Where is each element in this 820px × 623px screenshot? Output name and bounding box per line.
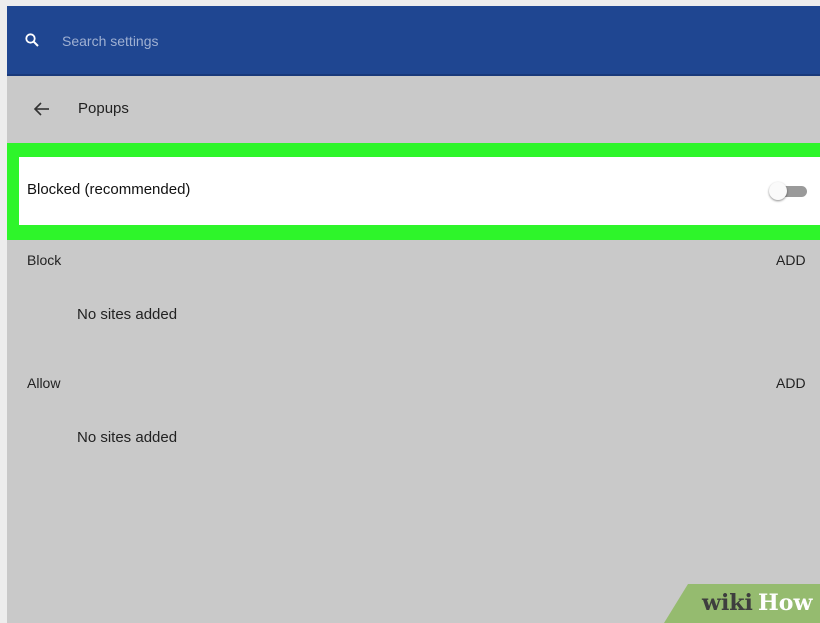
search-bar <box>7 6 820 76</box>
allow-empty-text: No sites added <box>77 429 178 446</box>
blocked-setting-label: Blocked (recommended) <box>27 181 191 198</box>
block-section-label: Block <box>27 252 62 268</box>
block-empty-text: No sites added <box>77 306 178 323</box>
blocked-toggle[interactable] <box>769 182 807 200</box>
blocked-setting-row[interactable]: Blocked (recommended) <box>19 157 820 225</box>
window-frame-left <box>0 0 7 623</box>
page-header: Popups <box>7 76 820 142</box>
search-input[interactable] <box>60 28 564 54</box>
back-arrow-icon[interactable] <box>33 100 51 118</box>
page-title: Popups <box>78 100 129 117</box>
allow-section-label: Allow <box>27 375 61 391</box>
watermark-how-text: How <box>758 590 813 616</box>
allow-add-button[interactable]: ADD <box>776 375 806 391</box>
toggle-knob <box>769 182 787 200</box>
search-icon <box>25 33 39 47</box>
wikihow-watermark: wiki How <box>664 584 820 623</box>
block-add-button[interactable]: ADD <box>776 252 806 268</box>
watermark-wiki-text: wiki <box>702 590 753 616</box>
